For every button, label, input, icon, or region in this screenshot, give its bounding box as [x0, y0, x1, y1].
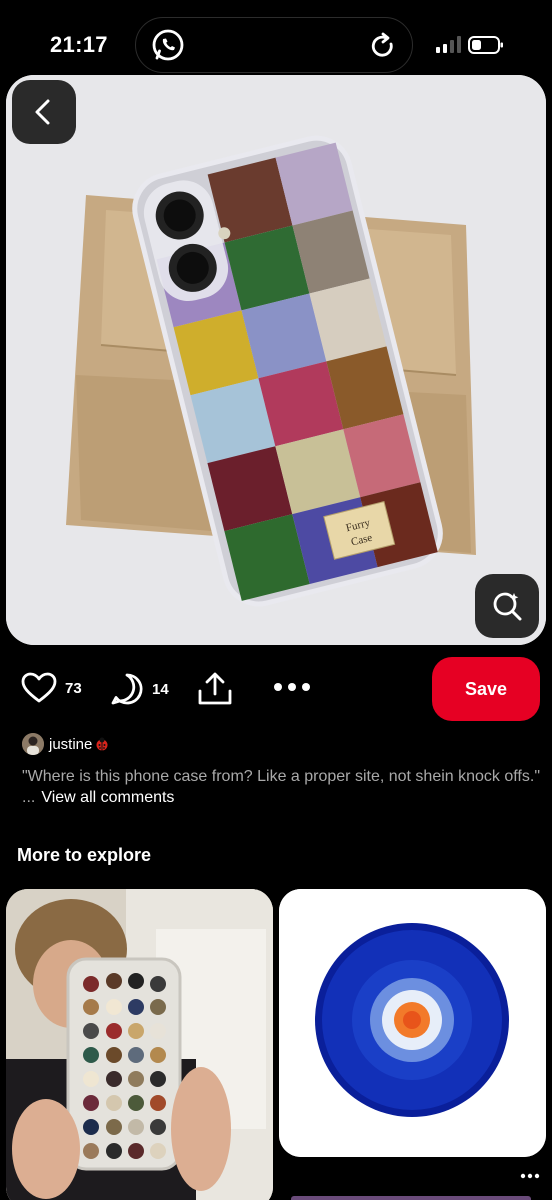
- pin-more-button[interactable]: [520, 1166, 540, 1184]
- share-icon: [198, 672, 232, 705]
- ladybug-icon: [96, 737, 108, 751]
- buttons-case-photo: [6, 889, 273, 1200]
- save-button[interactable]: Save: [432, 657, 540, 721]
- view-all-comments-link[interactable]: View all comments: [41, 789, 174, 806]
- phone-case-photo: Furry Case: [6, 75, 546, 645]
- back-button[interactable]: [12, 80, 76, 144]
- heart-icon: [21, 672, 57, 703]
- signal-icon: [436, 36, 461, 53]
- refresh-icon: [371, 32, 393, 57]
- more-to-explore-title: More to explore: [17, 845, 152, 865]
- more-options-button[interactable]: [273, 682, 311, 692]
- comment-icon: [111, 673, 143, 705]
- avatar-image: [22, 733, 44, 755]
- explore-pin-buttons-case[interactable]: [6, 889, 273, 1200]
- visual-search-button[interactable]: [475, 574, 539, 638]
- circle-art-photo: [279, 889, 546, 1157]
- comment-button[interactable]: 14: [110, 672, 169, 706]
- comment-username[interactable]: justine: [49, 736, 92, 753]
- pin-actions: 73 14 Save: [0, 655, 552, 721]
- comment-author[interactable]: justine: [22, 733, 109, 755]
- status-bar: 21:17: [0, 0, 552, 74]
- dynamic-island[interactable]: [135, 17, 413, 73]
- comment-body: "Where is this phone case from? Like a p…: [22, 766, 542, 808]
- explore-pin-circle-art[interactable]: [279, 889, 546, 1157]
- pin-image[interactable]: Furry Case: [6, 75, 546, 645]
- avatar[interactable]: [22, 733, 44, 755]
- visual-search-icon: [493, 592, 522, 621]
- comment-count: 14: [152, 680, 169, 698]
- whatsapp-icon: [152, 29, 184, 61]
- share-button[interactable]: [197, 672, 233, 706]
- status-time: 21:17: [50, 32, 108, 57]
- more-dots-icon: [520, 1173, 540, 1179]
- chevron-left-icon: [35, 99, 50, 125]
- next-pin-edge[interactable]: [291, 1196, 531, 1200]
- like-count: 73: [65, 679, 82, 697]
- more-dots-icon: [274, 683, 310, 691]
- like-button[interactable]: 73: [21, 672, 82, 704]
- battery-icon: [468, 36, 503, 54]
